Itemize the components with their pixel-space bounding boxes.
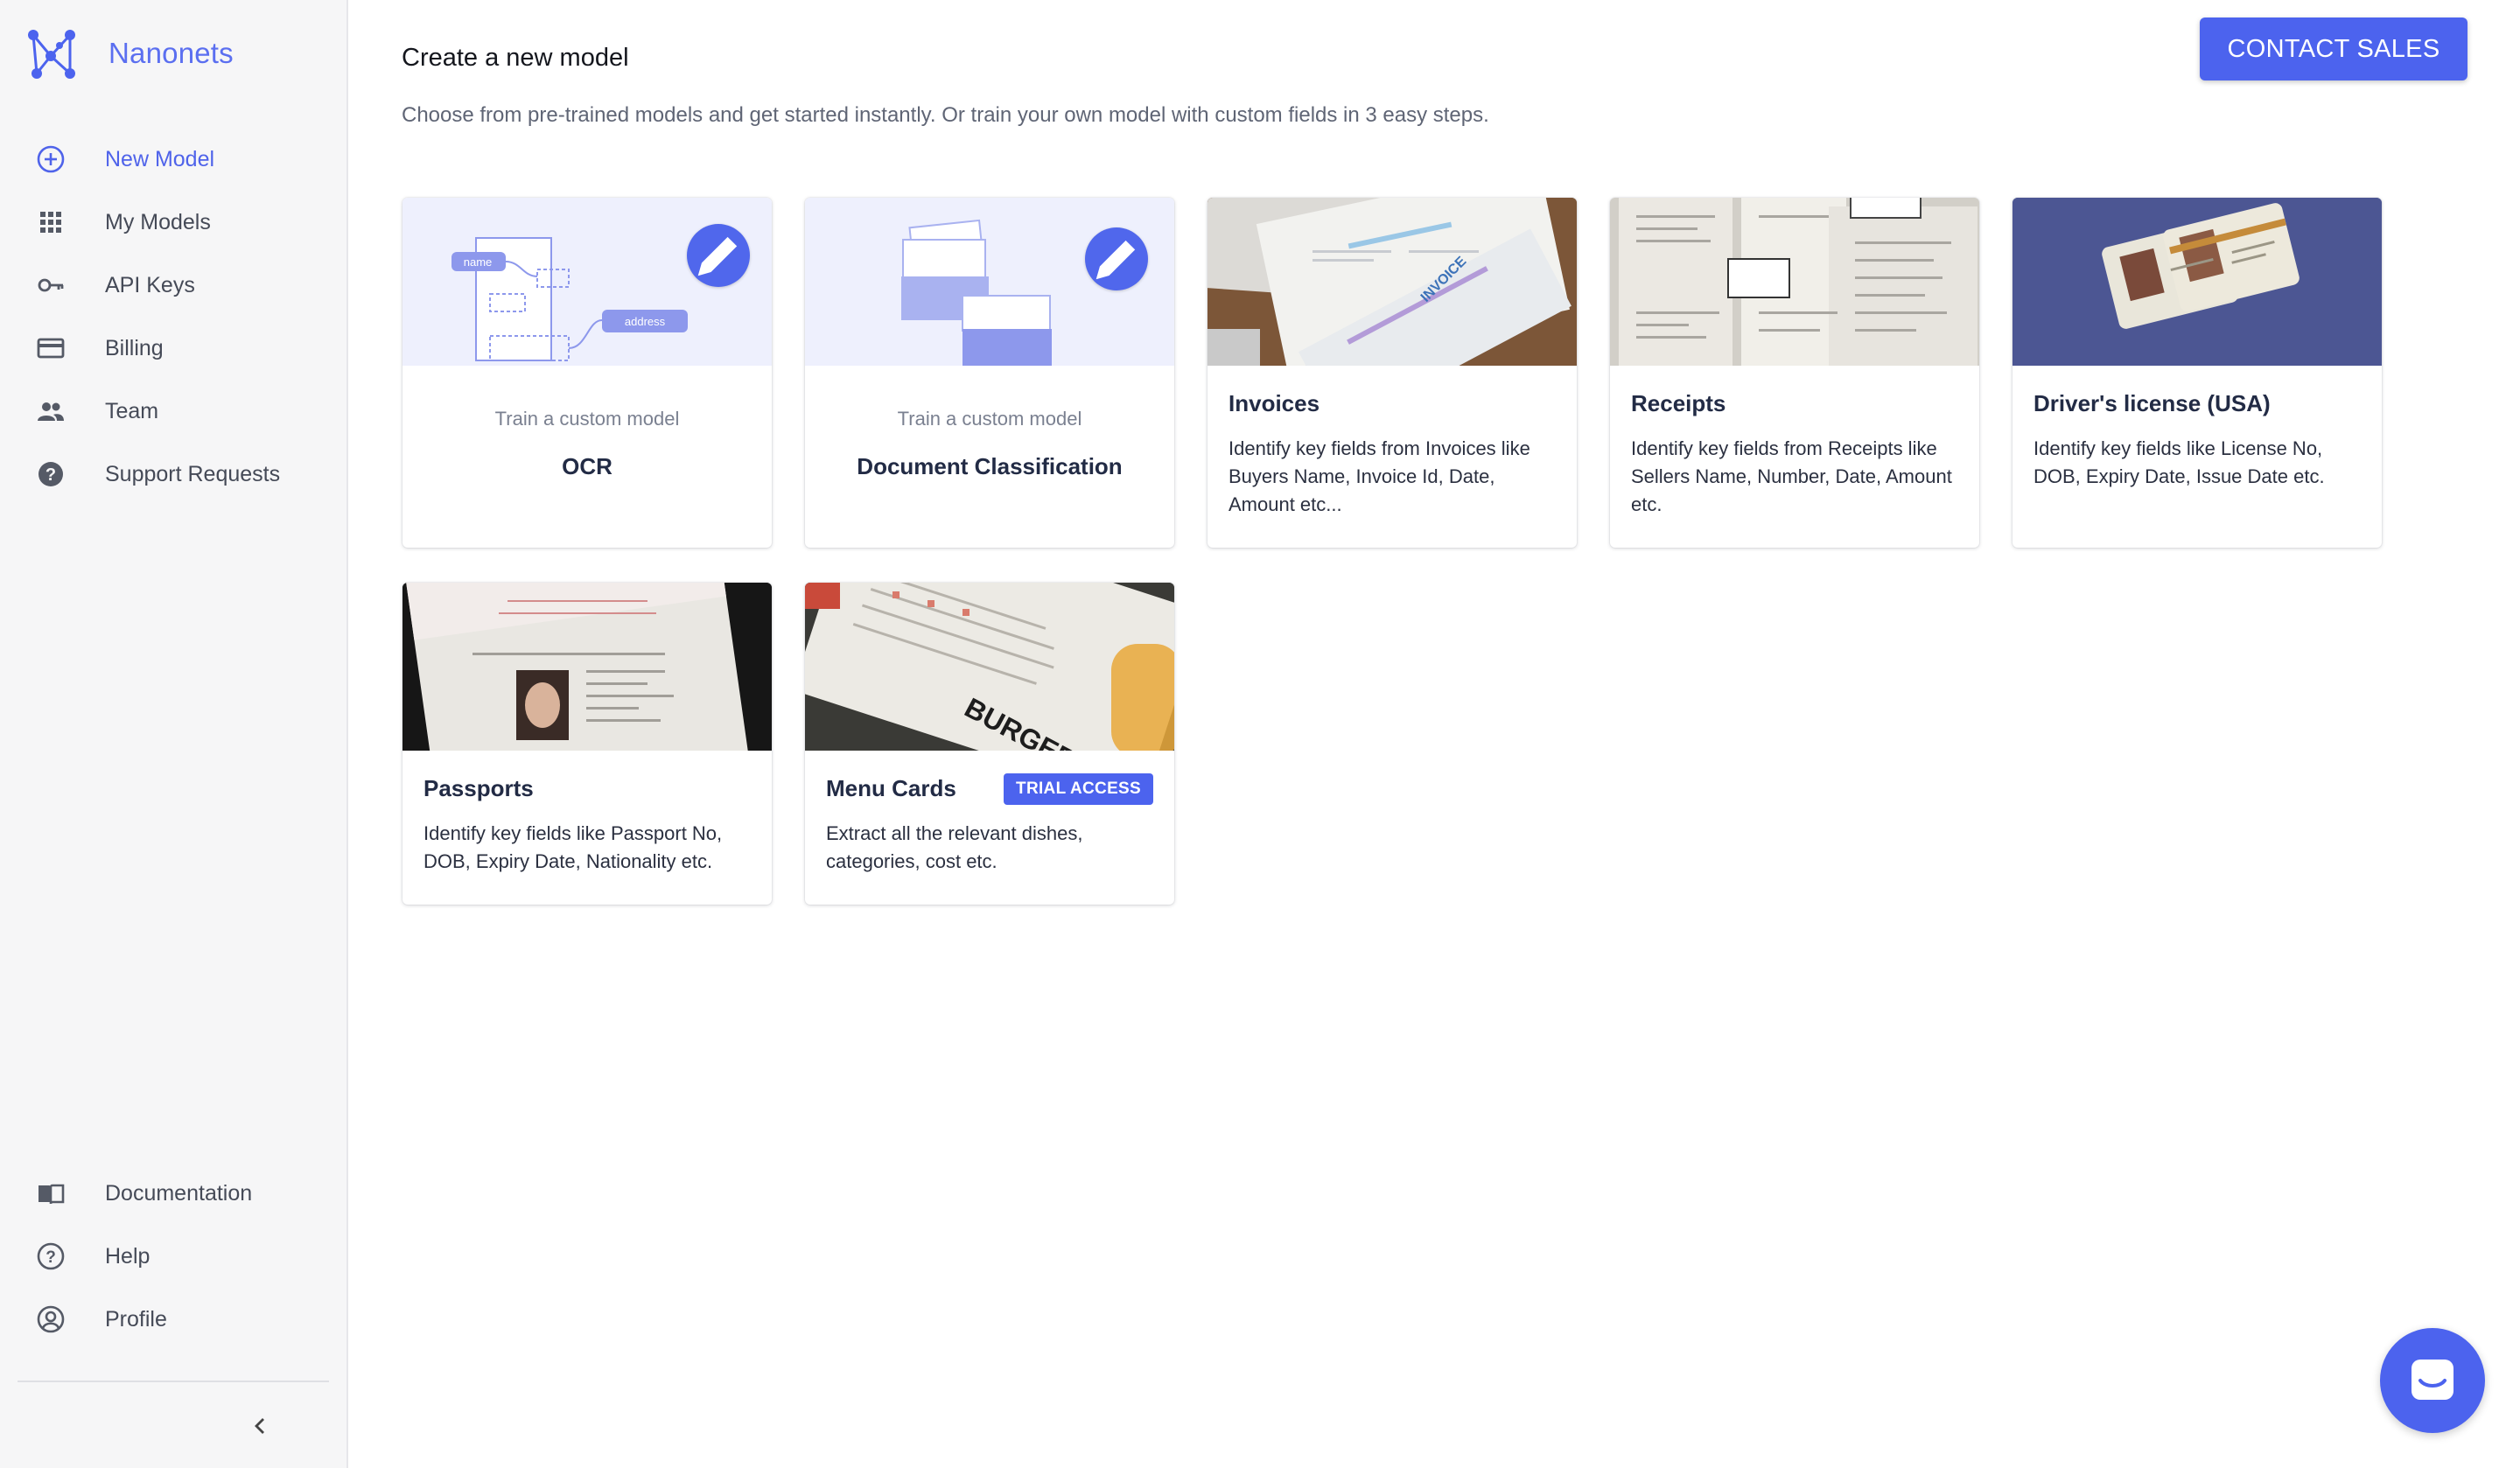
- page-title: Create a new model: [402, 44, 629, 72]
- edit-ocr-button[interactable]: [687, 224, 750, 287]
- pencil-icon: [697, 236, 738, 276]
- model-card-menu-cards[interactable]: BURGERS Menu Cards TRIAL ACCESS Extract …: [805, 583, 1174, 905]
- sidebar-divider: [18, 1381, 329, 1382]
- nanonets-logo-icon: [28, 30, 75, 79]
- card-title: Passports: [424, 775, 534, 801]
- card-subtitle: Train a custom model: [897, 408, 1082, 430]
- card-title: Receipts: [1631, 390, 1726, 416]
- card-description: Identify key fields from Invoices like B…: [1228, 437, 1530, 515]
- model-card-drivers-license[interactable]: Driver's license (USA) Identify key fiel…: [2012, 198, 2382, 548]
- model-card-invoices[interactable]: INVOICE Invoices Identify key fields fro…: [1208, 198, 1577, 548]
- card-description: Identify key fields from Receipts like S…: [1631, 437, 1952, 515]
- card-title: Driver's license (USA): [2034, 390, 2271, 416]
- card-subtitle: Train a custom model: [494, 408, 680, 430]
- brand-name: Nanonets: [108, 37, 234, 69]
- sidebar-bottom-nav: Documentation ? Help Profile: [0, 1162, 346, 1351]
- brand-logo[interactable]: Nanonets: [24, 24, 234, 82]
- sidebar-item-my-models[interactable]: My Models: [0, 191, 346, 254]
- contact-sales-button[interactable]: CONTACT SALES: [2200, 17, 2468, 80]
- svg-text:?: ?: [46, 465, 56, 485]
- help-circle-filled-icon: ?: [35, 458, 66, 490]
- sidebar-item-team[interactable]: Team: [0, 380, 346, 443]
- chevron-left-icon: [255, 1418, 264, 1434]
- svg-text:?: ?: [46, 1248, 56, 1267]
- pencil-icon: [1096, 240, 1136, 280]
- sidebar-item-api-keys[interactable]: API Keys: [0, 254, 346, 317]
- chat-bubble-icon: [2412, 1360, 2454, 1400]
- card-title: Invoices: [1228, 390, 1320, 416]
- user-circle-icon: [35, 1304, 66, 1335]
- model-card-receipts[interactable]: Receipts Identify key fields from Receip…: [1610, 198, 1979, 548]
- model-card-ocr[interactable]: name address Train a custom model OCR: [402, 198, 772, 548]
- document-classification-illustration: [805, 198, 1174, 366]
- sidebar-item-billing[interactable]: Billing: [0, 317, 346, 380]
- card-title: Document Classification: [857, 453, 1123, 479]
- sidebar: Nanonets New Model My Models API Keys Bi…: [0, 0, 348, 1468]
- help-circle-icon: ?: [35, 1241, 66, 1272]
- sidebar-item-label: Team: [105, 398, 159, 423]
- edit-document-classification-button[interactable]: [1085, 227, 1148, 290]
- chat-launcher-button[interactable]: [2380, 1328, 2485, 1433]
- trial-access-badge: TRIAL ACCESS: [1004, 773, 1153, 805]
- card-description: Extract all the relevant dishes, categor…: [826, 822, 1083, 872]
- grid-icon: [35, 206, 66, 238]
- model-card-passports[interactable]: Passports Identify key fields like Passp…: [402, 583, 772, 905]
- sidebar-item-new-model[interactable]: New Model: [0, 128, 346, 191]
- sidebar-item-profile[interactable]: Profile: [0, 1288, 346, 1351]
- invoices-thumbnail: INVOICE: [1208, 198, 1577, 366]
- book-icon: [35, 1178, 66, 1209]
- sidebar-item-label: Help: [105, 1243, 150, 1269]
- card-description: Identify key fields like License No, DOB…: [2034, 437, 2325, 487]
- sidebar-item-label: Billing: [105, 335, 164, 360]
- sidebar-item-label: Documentation: [105, 1180, 253, 1206]
- sidebar-item-support-requests[interactable]: ? Support Requests: [0, 443, 346, 506]
- menu-cards-thumbnail: BURGERS: [805, 583, 1174, 751]
- sidebar-nav: New Model My Models API Keys Billing Tea…: [0, 128, 346, 506]
- thumb-label-address: address: [625, 315, 666, 328]
- receipts-thumbnail: [1610, 198, 1979, 366]
- collapse-sidebar-button[interactable]: [247, 1410, 273, 1442]
- passports-thumbnail: [402, 583, 772, 751]
- sidebar-item-label: My Models: [105, 209, 211, 234]
- model-card-document-classification[interactable]: Train a custom model Document Classifica…: [805, 198, 1174, 548]
- plus-circle-icon: [35, 143, 66, 175]
- card-title: OCR: [562, 453, 612, 479]
- thumb-label-name: name: [464, 255, 493, 269]
- sidebar-item-documentation[interactable]: Documentation: [0, 1162, 346, 1225]
- people-icon: [35, 395, 66, 427]
- credit-card-icon: [35, 332, 66, 364]
- sidebar-item-label: Profile: [105, 1306, 167, 1332]
- key-icon: [35, 269, 66, 301]
- ocr-illustration: name address: [402, 198, 772, 366]
- sidebar-item-label: Support Requests: [105, 461, 281, 486]
- sidebar-item-label: New Model: [105, 146, 215, 171]
- card-description: Identify key fields like Passport No, DO…: [424, 822, 723, 872]
- sidebar-item-label: API Keys: [105, 272, 195, 297]
- drivers-license-thumbnail: [2012, 198, 2382, 366]
- sidebar-item-help[interactable]: ? Help: [0, 1225, 346, 1288]
- page-subtitle: Choose from pre-trained models and get s…: [402, 103, 1489, 127]
